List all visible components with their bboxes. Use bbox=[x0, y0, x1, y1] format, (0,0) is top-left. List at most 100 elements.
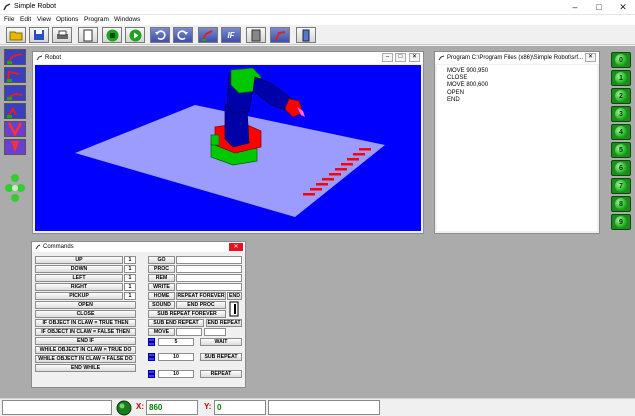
robot-close-button[interactable]: ✕ bbox=[409, 53, 420, 62]
home-button[interactable]: HOME bbox=[148, 292, 175, 300]
repeat-spinner[interactable] bbox=[148, 370, 155, 378]
go-field[interactable] bbox=[176, 256, 242, 264]
program-line: MOVE 900,950 bbox=[447, 68, 489, 74]
commands-close-button[interactable]: ✕ bbox=[229, 243, 243, 251]
repeat-forever-button[interactable]: REPEAT FOREVER bbox=[176, 292, 226, 300]
claw-close-button[interactable] bbox=[4, 139, 26, 155]
position-button-2[interactable]: 2 bbox=[611, 88, 631, 104]
down-arrow-icon[interactable] bbox=[11, 194, 19, 202]
right-arrow-icon[interactable] bbox=[17, 184, 25, 192]
pickup-amount[interactable]: 1 bbox=[124, 292, 136, 300]
menu-file[interactable]: File bbox=[4, 16, 14, 23]
repeat-button[interactable]: REPEAT bbox=[200, 370, 242, 378]
menu-program[interactable]: Program bbox=[84, 16, 109, 23]
left-arrow-icon[interactable] bbox=[5, 184, 13, 192]
door-icon[interactable] bbox=[229, 301, 239, 317]
direction-pad[interactable] bbox=[4, 172, 26, 204]
view-button-1[interactable] bbox=[4, 49, 26, 65]
menu-edit[interactable]: Edit bbox=[20, 16, 31, 23]
move-x-field[interactable] bbox=[176, 328, 202, 336]
sub-repeat-button[interactable]: SUB REPEAT bbox=[200, 353, 242, 361]
if-true-button[interactable]: IF OBJECT IN CLAW = TRUE THEN bbox=[35, 319, 136, 327]
position-button-4[interactable]: 4 bbox=[611, 124, 631, 140]
spin-down-icon[interactable] bbox=[148, 357, 155, 361]
proc-field[interactable] bbox=[176, 265, 242, 273]
go-button[interactable]: GO bbox=[148, 256, 175, 264]
rem-field[interactable] bbox=[176, 274, 242, 282]
while-true-button[interactable]: WHILE OBJECT IN CLAW = TRUE DO bbox=[35, 346, 136, 354]
program-editor[interactable]: MOVE 900,950 CLOSE MOVE 800,600 OPEN END bbox=[437, 65, 597, 231]
program-button[interactable] bbox=[246, 27, 266, 43]
end-button[interactable]: END bbox=[227, 292, 242, 300]
position-button-3[interactable]: 3 bbox=[611, 106, 631, 122]
close-button[interactable]: ✕ bbox=[611, 0, 635, 15]
sub-repeat-spinner[interactable] bbox=[148, 353, 155, 361]
up-button[interactable]: UP bbox=[35, 256, 123, 264]
up-arrow-icon[interactable] bbox=[11, 174, 19, 182]
position-button-5[interactable]: 5 bbox=[611, 142, 631, 158]
stop-button[interactable] bbox=[102, 27, 122, 43]
left-button[interactable]: LEFT bbox=[35, 274, 123, 282]
right-button[interactable]: RIGHT bbox=[35, 283, 123, 291]
program-close-button[interactable]: ✕ bbox=[585, 53, 596, 62]
sub-repeat-forever-button[interactable]: SUB REPEAT FOREVER bbox=[148, 310, 226, 318]
open-button[interactable]: OPEN bbox=[35, 301, 136, 309]
minimize-button[interactable]: – bbox=[563, 0, 587, 15]
right-amount[interactable]: 1 bbox=[124, 283, 136, 291]
pickup-button[interactable]: PICKUP bbox=[35, 292, 123, 300]
repeat-value[interactable]: 10 bbox=[158, 370, 194, 378]
robot-view-button[interactable] bbox=[198, 27, 218, 43]
print-button[interactable] bbox=[52, 27, 72, 43]
position-button-8[interactable]: 8 bbox=[611, 196, 631, 212]
position-button-1[interactable]: 1 bbox=[611, 70, 631, 86]
position-button-9[interactable]: 9 bbox=[611, 214, 631, 230]
sub-end-repeat-button[interactable]: SUB END REPEAT bbox=[148, 319, 204, 327]
left-amount[interactable]: 1 bbox=[124, 274, 136, 282]
rem-button[interactable]: REM bbox=[148, 274, 175, 282]
menu-view[interactable]: View bbox=[37, 16, 51, 23]
move-y-field[interactable] bbox=[204, 328, 226, 336]
claw-open-button[interactable] bbox=[4, 121, 26, 137]
help-button[interactable] bbox=[296, 27, 316, 43]
position-button-7[interactable]: 7 bbox=[611, 178, 631, 194]
position-button-6[interactable]: 6 bbox=[611, 160, 631, 176]
end-while-button[interactable]: END WHILE bbox=[35, 364, 136, 372]
up-amount[interactable]: 1 bbox=[124, 256, 136, 264]
sound-button[interactable]: SOUND bbox=[148, 301, 175, 309]
sub-repeat-value[interactable]: 10 bbox=[158, 353, 194, 361]
undo-button[interactable] bbox=[150, 27, 170, 43]
while-false-button[interactable]: WHILE OBJECT IN CLAW = FALSE DO bbox=[35, 355, 136, 363]
end-repeat-button[interactable]: END REPEAT bbox=[206, 319, 242, 327]
arm-settings-button[interactable] bbox=[270, 27, 290, 43]
write-field[interactable] bbox=[176, 283, 242, 291]
open-folder-button[interactable] bbox=[6, 27, 26, 43]
end-if-button[interactable]: END IF bbox=[35, 337, 136, 345]
view-button-2[interactable] bbox=[4, 67, 26, 83]
wait-value[interactable]: 5 bbox=[158, 338, 194, 346]
close-claw-button[interactable]: CLOSE bbox=[35, 310, 136, 318]
redo-button[interactable] bbox=[173, 27, 193, 43]
run-button[interactable] bbox=[125, 27, 145, 43]
if-button[interactable]: IF bbox=[221, 27, 241, 43]
spin-down-icon[interactable] bbox=[148, 374, 155, 378]
robot-maximize-button[interactable]: □ bbox=[395, 53, 406, 62]
view-button-3[interactable] bbox=[4, 85, 26, 101]
down-amount[interactable]: 1 bbox=[124, 265, 136, 273]
new-document-button[interactable] bbox=[78, 27, 98, 43]
end-proc-button[interactable]: END PROC bbox=[176, 301, 226, 309]
if-false-button[interactable]: IF OBJECT IN CLAW = FALSE THEN bbox=[35, 328, 136, 336]
menu-options[interactable]: Options bbox=[56, 16, 78, 23]
menu-windows[interactable]: Windows bbox=[114, 16, 140, 23]
proc-button[interactable]: PROC bbox=[148, 265, 175, 273]
save-button[interactable] bbox=[29, 27, 49, 43]
wait-button[interactable]: WAIT bbox=[200, 338, 242, 346]
write-button[interactable]: WRITE bbox=[148, 283, 175, 291]
move-button[interactable]: MOVE bbox=[148, 328, 175, 336]
spin-down-icon[interactable] bbox=[148, 342, 155, 346]
maximize-button[interactable]: □ bbox=[587, 0, 611, 15]
down-button[interactable]: DOWN bbox=[35, 265, 123, 273]
view-button-4[interactable] bbox=[4, 103, 26, 119]
position-button-0[interactable]: 0 bbox=[611, 52, 631, 68]
wait-spinner[interactable] bbox=[148, 338, 155, 346]
robot-minimize-button[interactable]: – bbox=[382, 53, 393, 62]
